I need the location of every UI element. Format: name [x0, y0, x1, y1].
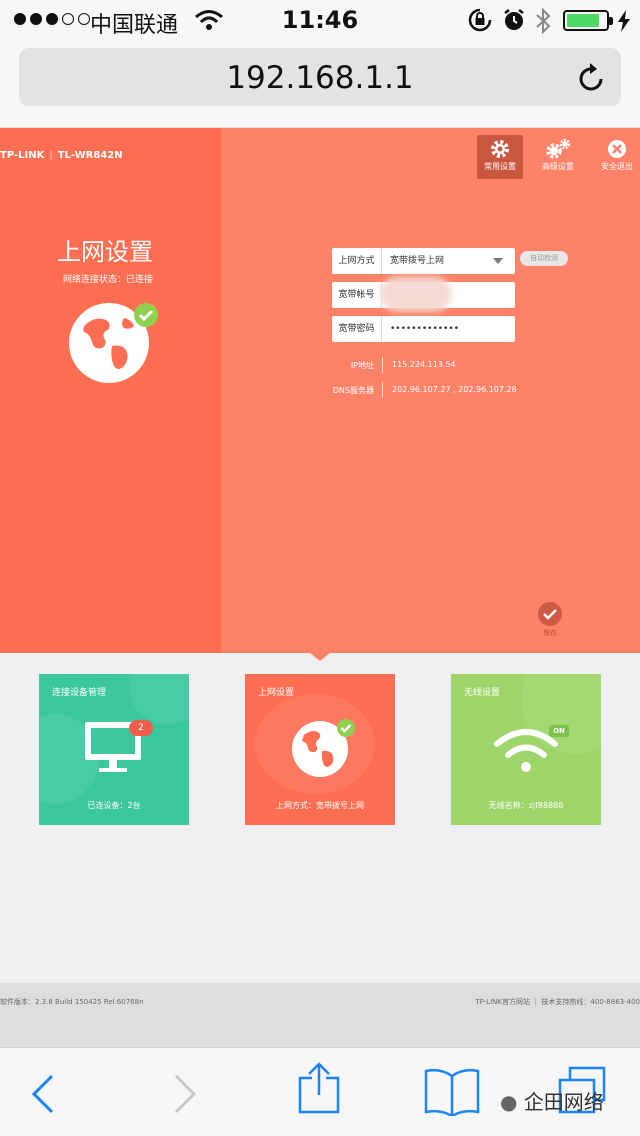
page-footer: 软件版本：2.3.8 Build 150425 Rel.60768n TP-LI… — [0, 983, 640, 1047]
nav-logout[interactable]: 安全退出 — [594, 135, 640, 179]
ip-label: IP地址 — [350, 361, 374, 370]
card-footer: 已连设备：2台 — [87, 801, 141, 810]
save-button[interactable]: 保存 — [536, 602, 564, 638]
active-card-pointer — [310, 653, 330, 661]
brand-logo: TP-LINK — [0, 150, 45, 161]
connection-status: 网络连接状态：已连接 — [62, 275, 153, 285]
wechat-watermark: ● 企田网络 — [500, 1086, 604, 1115]
forward-icon[interactable] — [172, 1074, 198, 1114]
gear-icon — [477, 135, 523, 161]
nav-label: 高级设置 — [542, 162, 574, 171]
dns-value: 202.96.107.27 , 202.96.107.28 — [392, 385, 517, 394]
nav-label: 常用设置 — [484, 162, 516, 171]
dns-label: DNS服务器 — [332, 386, 374, 395]
browser-toolbar: ● 企田网络 — [0, 1047, 640, 1136]
save-label: 保存 — [543, 629, 557, 637]
browser-address-area: 192.168.1.1 — [0, 40, 640, 128]
field-label: 宽带密码 — [332, 316, 382, 342]
pppoe-password-field[interactable]: 宽带密码 ••••••••••••• — [332, 316, 515, 342]
address-bar[interactable]: 192.168.1.1 — [19, 48, 621, 106]
card-connected-devices[interactable]: 连接设备管理 2 已连设备：2台 — [39, 674, 189, 825]
footer-links[interactable]: TP-LINK官方网站 ｜ 技术支持热线：400-8863-400 — [475, 997, 640, 1007]
device-count-badge: 2 — [129, 720, 153, 736]
router-settings-panel: TP-LINK | TL-WR842N 上网设置 网络连接状态：已连接 常用设置 高… — [0, 128, 640, 653]
redacted-value — [380, 276, 452, 312]
watermark-text: 企田网络 — [523, 1090, 604, 1114]
check-icon — [538, 602, 562, 626]
nav-label: 安全退出 — [601, 162, 633, 171]
field-label: 宽带帐号 — [332, 282, 382, 308]
chevron-down-icon — [493, 258, 503, 264]
card-wireless-settings[interactable]: 无线设置 ON 无线名称：zjf88888 — [451, 674, 601, 825]
model-name: TL-WR842N — [57, 150, 123, 161]
close-circle-icon — [594, 135, 640, 161]
globe-connected-icon — [292, 719, 355, 777]
card-title: 连接设备管理 — [52, 688, 107, 698]
brand-header: TP-LINK | TL-WR842N — [0, 150, 123, 161]
left-summary-pane: TP-LINK | TL-WR842N 上网设置 网络连接状态：已连接 — [0, 128, 221, 653]
card-title: 上网设置 — [258, 688, 295, 698]
field-label: 上网方式 — [332, 248, 382, 274]
bookmarks-icon[interactable] — [424, 1068, 480, 1116]
bluetooth-icon — [536, 8, 551, 34]
wechat-icon: ● — [500, 1090, 518, 1114]
pppoe-account-field[interactable]: 宽带帐号 — [332, 276, 515, 312]
ip-value: 115.224.113.54 — [392, 360, 456, 369]
auto-detect-button[interactable]: 自动检测 — [520, 251, 568, 266]
wifi-on-badge: ON — [549, 725, 569, 737]
connection-type-select[interactable]: 上网方式 宽带拨号上网 — [332, 248, 515, 274]
back-icon[interactable] — [30, 1074, 56, 1114]
reload-icon[interactable] — [577, 62, 607, 94]
card-internet-settings[interactable]: 上网设置 上网方式：宽带拨号上网 — [245, 674, 395, 825]
divider — [382, 357, 383, 373]
password-value: ••••••••••••• — [390, 324, 460, 334]
nav-advanced-settings[interactable]: 高级设置 — [535, 135, 581, 179]
rotation-lock-icon — [468, 8, 492, 32]
battery-icon — [563, 10, 613, 31]
firmware-version: 软件版本：2.3.8 Build 150425 Rel.60768n — [0, 998, 144, 1006]
card-title: 无线设置 — [464, 688, 501, 698]
globe-connected-icon — [69, 303, 158, 383]
gears-icon — [535, 135, 581, 161]
card-footer: 上网方式：宽带拨号上网 — [276, 801, 364, 810]
field-value: 宽带拨号上网 — [390, 256, 445, 266]
charging-bolt-icon — [618, 10, 630, 32]
divider — [382, 382, 383, 398]
share-icon[interactable] — [298, 1062, 340, 1114]
url-text: 192.168.1.1 — [226, 60, 414, 96]
status-bar: 中国联通 11:46 — [0, 0, 640, 40]
page-title: 上网设置 — [57, 238, 153, 266]
card-footer: 无线名称：zjf88888 — [488, 801, 564, 810]
alarm-icon — [504, 9, 524, 30]
nav-common-settings[interactable]: 常用设置 — [477, 135, 523, 179]
